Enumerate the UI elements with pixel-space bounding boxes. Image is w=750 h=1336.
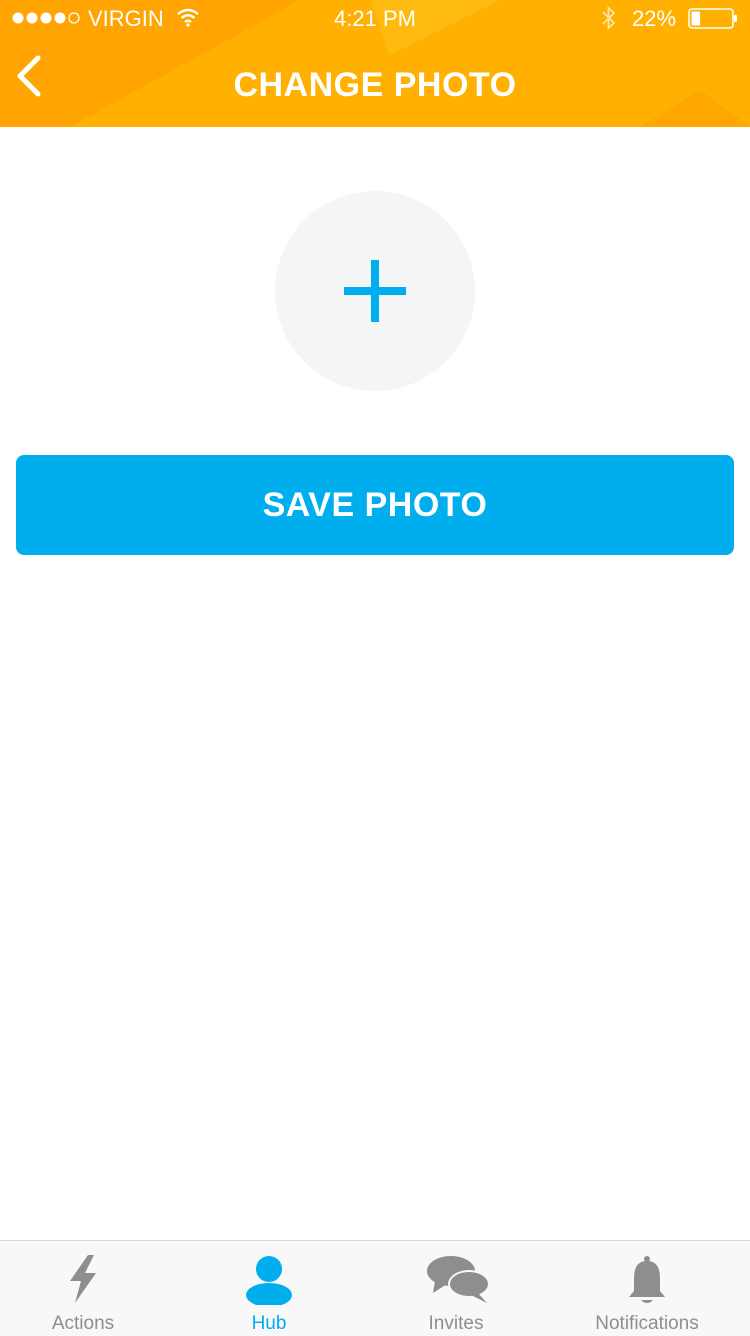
battery-percentage: 22%	[632, 6, 677, 31]
tab-hub[interactable]: Hub	[186, 1241, 352, 1336]
plus-icon	[344, 260, 406, 322]
page-title: CHANGE PHOTO	[233, 66, 517, 104]
header: VIRGIN 4:21 PM 22% CHANGE PHOTO	[0, 0, 750, 127]
bell-icon	[629, 1256, 665, 1303]
battery-icon	[688, 8, 737, 29]
chat-bubbles-icon	[427, 1256, 490, 1303]
lightning-icon	[70, 1255, 96, 1303]
tab-label-invites: Invites	[428, 1313, 484, 1334]
tab-actions[interactable]: Actions	[0, 1241, 166, 1336]
tab-label-actions: Actions	[51, 1313, 115, 1334]
tab-label-hub: Hub	[251, 1313, 287, 1334]
tab-bar: Actions Hub Invites Notifications	[0, 1240, 750, 1336]
bluetooth-icon	[602, 5, 616, 31]
status-bar: VIRGIN 4:21 PM 22%	[0, 0, 750, 38]
tab-invites[interactable]: Invites	[373, 1241, 539, 1336]
person-icon	[246, 1256, 292, 1305]
tab-label-notifications: Notifications	[595, 1313, 699, 1334]
save-photo-button[interactable]: SAVE PHOTO	[16, 455, 734, 555]
add-photo-button[interactable]	[275, 191, 475, 391]
tab-notifications[interactable]: Notifications	[560, 1241, 734, 1336]
